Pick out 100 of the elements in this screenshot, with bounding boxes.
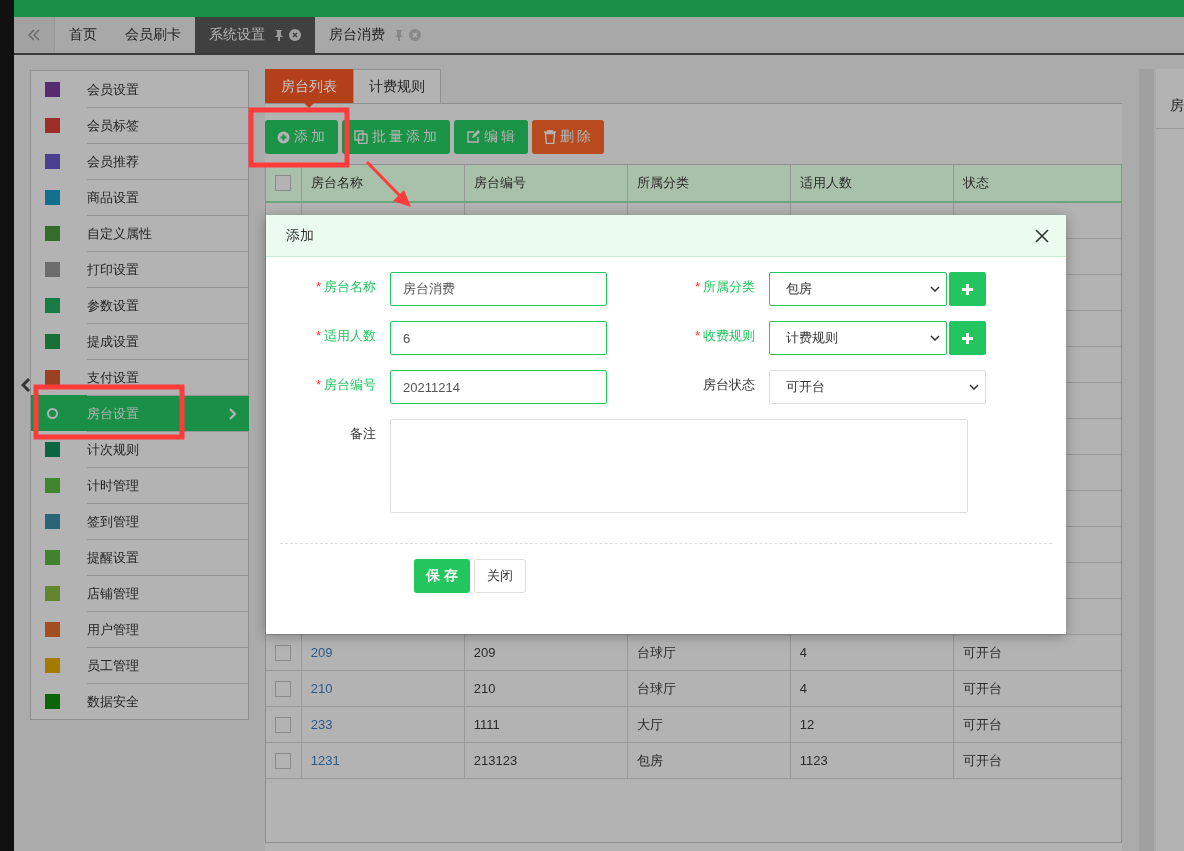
field-label: 房台编号 — [324, 376, 376, 394]
menu-item[interactable]: 员工管理 — [31, 647, 248, 683]
panel-title: 房 — [1170, 96, 1184, 115]
menu-item[interactable]: 商品设置 — [31, 179, 248, 215]
menu-label: 会员标签 — [87, 116, 139, 135]
menu-item[interactable]: 会员设置 — [31, 71, 248, 107]
table-cell: 210 — [464, 671, 628, 706]
menu-item[interactable]: 计次规则 — [31, 431, 248, 467]
input-field[interactable]: 20211214 — [390, 370, 607, 404]
remark-field[interactable] — [390, 419, 968, 513]
table-cell: 12 — [790, 707, 954, 742]
menu-item[interactable]: 会员标签 — [31, 107, 248, 143]
table-cell-text: 可开台 — [961, 643, 1003, 662]
column-header: 状态 — [961, 174, 990, 192]
select-field[interactable]: 包房 — [769, 272, 947, 306]
menu-label: 计时管理 — [87, 476, 139, 495]
copy-icon — [353, 130, 368, 144]
plus-icon — [962, 283, 973, 295]
dropdown-caret-icon — [930, 286, 940, 292]
table-cell-text: 可开台 — [961, 715, 1003, 734]
table-cell: 包房 — [627, 743, 791, 778]
required-mark: * — [315, 377, 321, 392]
menu-item[interactable]: 参数设置 — [31, 287, 248, 323]
field-label: 适用人数 — [324, 327, 376, 345]
menu-label: 参数设置 — [87, 296, 139, 315]
plus-icon — [962, 332, 973, 344]
page-tab[interactable]: 系统设置 — [195, 17, 315, 53]
menu-label: 支付设置 — [87, 368, 139, 387]
column-header: 房台编号 — [464, 165, 628, 201]
menu-item[interactable]: 计时管理 — [31, 467, 248, 503]
room-name-link[interactable]: 210 — [301, 671, 465, 706]
field-label: 房台名称 — [324, 278, 376, 296]
dropdown-caret-icon — [930, 335, 940, 341]
double-chevron-icon — [27, 29, 41, 41]
chevron-right-icon — [228, 407, 237, 420]
edit-icon — [465, 130, 480, 144]
table-cell-text: 可开台 — [961, 679, 1003, 698]
select-all-checkbox[interactable] — [275, 175, 292, 191]
row-checkbox[interactable] — [275, 680, 292, 697]
row-checkbox[interactable] — [275, 716, 292, 733]
table-cell: 209 — [464, 635, 628, 670]
menu-label: 数据安全 — [87, 692, 139, 711]
collapse-tabs-button[interactable] — [14, 17, 55, 53]
menu-label: 店铺管理 — [87, 584, 139, 603]
content-tab[interactable]: 计费规则 — [352, 69, 441, 103]
required-mark: * — [694, 279, 700, 294]
page-tab[interactable]: 会员刷卡 — [111, 17, 195, 53]
room-name-link[interactable]: 233 — [301, 707, 465, 742]
menu-item[interactable]: 数据安全 — [31, 683, 248, 719]
table-cell: 1111 — [464, 707, 628, 742]
input-field[interactable]: 房台消费 — [390, 272, 607, 306]
field-label: 收费规则 — [703, 327, 755, 345]
menu-label: 会员推荐 — [87, 152, 139, 171]
plus-circle-icon — [276, 130, 290, 144]
menu-label: 打印设置 — [87, 260, 139, 279]
tab-label: 系统设置 — [209, 26, 265, 44]
menu-item[interactable]: 自定义属性 — [31, 215, 248, 251]
add-category-button[interactable] — [949, 272, 986, 306]
row-checkbox[interactable] — [275, 644, 292, 661]
menu-item[interactable]: 打印设置 — [31, 251, 248, 287]
menu-item[interactable]: 提醒设置 — [31, 539, 248, 575]
select-field[interactable]: 可开台 — [769, 370, 986, 404]
select-field[interactable]: 计费规则 — [769, 321, 947, 355]
menu-label: 计次规则 — [87, 440, 139, 459]
add-category-button[interactable] — [949, 321, 986, 355]
required-mark: * — [694, 328, 700, 343]
room-name-link[interactable]: 1231 — [301, 743, 465, 778]
menu-label: 提醒设置 — [87, 548, 139, 567]
tab-pointer-icon — [303, 103, 314, 108]
chevron-left-icon[interactable] — [21, 377, 31, 393]
tab-label: 首页 — [69, 26, 97, 44]
menu-item[interactable]: 签到管理 — [31, 503, 248, 539]
required-mark: * — [315, 279, 321, 294]
dialog-title: 添加 — [286, 226, 314, 245]
menu-label: 提成设置 — [87, 332, 139, 351]
menu-item[interactable]: 会员推荐 — [31, 143, 248, 179]
table-cell: 1123 — [790, 743, 954, 778]
field-label: 所属分类 — [703, 278, 755, 296]
input-field[interactable]: 6 — [390, 321, 607, 355]
menu-label: 商品设置 — [87, 188, 139, 207]
menu-label: 会员设置 — [87, 80, 139, 99]
table-cell: 4 — [790, 671, 954, 706]
menu-item[interactable]: 用户管理 — [31, 611, 248, 647]
close-icon[interactable] — [1035, 228, 1049, 243]
trash-icon — [543, 130, 556, 144]
column-header: 所属分类 — [627, 165, 791, 201]
dialog-button[interactable]: 关闭 — [473, 559, 526, 593]
table-cell: 台球厅 — [627, 671, 791, 706]
menu-item[interactable]: 提成设置 — [31, 323, 248, 359]
page-tab[interactable]: 首页 — [55, 17, 111, 53]
menu-item[interactable]: 店铺管理 — [31, 575, 248, 611]
room-name-link[interactable]: 209 — [301, 635, 465, 670]
pin-icon[interactable] — [275, 29, 283, 41]
menu-label: 房台设置 — [87, 404, 139, 423]
tab-label: 房台消费 — [329, 26, 385, 44]
table-cell: 4 — [790, 635, 954, 670]
field-label: 备注 — [350, 425, 376, 443]
row-checkbox[interactable] — [275, 752, 292, 769]
table-cell: 大厅 — [627, 707, 791, 742]
required-mark: * — [315, 328, 321, 343]
